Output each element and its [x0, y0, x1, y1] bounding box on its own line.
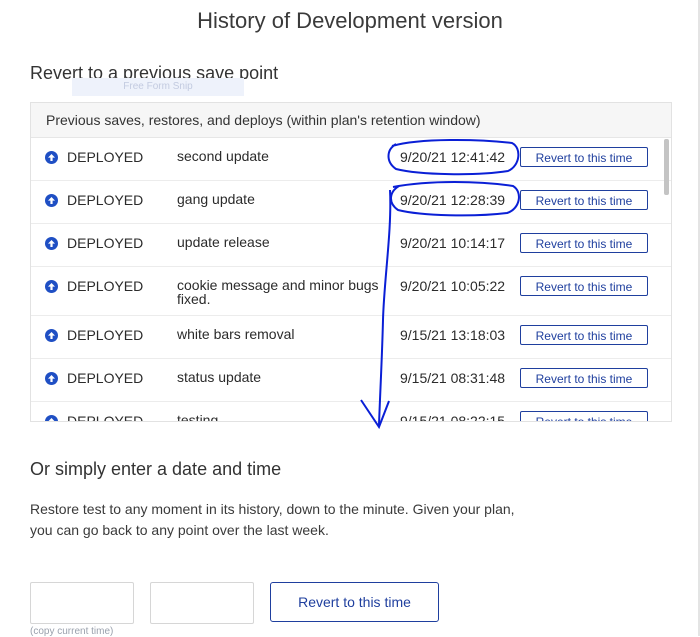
status-label: DEPLOYED — [67, 413, 144, 422]
status-label: DEPLOYED — [67, 235, 144, 251]
save-description: white bars removal — [177, 326, 295, 342]
status-label: DEPLOYED — [67, 370, 144, 386]
revert-row-button[interactable]: Revert to this time — [520, 411, 648, 421]
restore-help-text: Restore test to any moment in its histor… — [30, 501, 515, 538]
date-input[interactable] — [30, 582, 134, 624]
save-description: cookie message and minor bugs fixed. — [177, 277, 379, 307]
revert-row-button[interactable]: Revert to this time — [520, 368, 648, 388]
revert-row-button[interactable]: Revert to this time — [520, 233, 648, 253]
dialog-title: History of Development version — [197, 8, 503, 33]
revert-row-button[interactable]: Revert to this time — [520, 190, 648, 210]
history-table-header: Previous saves, restores, and deploys (w… — [31, 103, 671, 138]
ghost-label: Free Form Snip — [72, 78, 244, 96]
history-row: DEPLOYED second update 9/20/21 12:41:42 … — [31, 138, 671, 181]
revert-row-button[interactable]: Revert to this time — [520, 276, 648, 296]
time-input[interactable] — [150, 582, 254, 624]
save-timestamp: 9/20/21 10:14:17 — [400, 235, 506, 251]
save-description: status update — [177, 369, 262, 385]
save-description: second update — [177, 148, 269, 164]
deploy-arrow-icon — [45, 329, 58, 342]
save-description: update release — [177, 234, 270, 250]
deploy-arrow-icon — [45, 415, 58, 421]
history-panel: Previous saves, restores, and deploys (w… — [30, 102, 672, 422]
history-row: DEPLOYED update release 9/20/21 10:14:17… — [31, 224, 671, 267]
revert-row-button[interactable]: Revert to this time — [520, 325, 648, 345]
status-label: DEPLOYED — [67, 149, 144, 165]
history-row: DEPLOYED testing 9/15/21 08:22:15 Revert… — [31, 402, 671, 422]
revert-row-button[interactable]: Revert to this time — [520, 147, 648, 167]
revert-to-time-button[interactable]: Revert to this time — [270, 582, 439, 622]
history-row: DEPLOYED white bars removal 9/15/21 13:1… — [31, 316, 671, 359]
deploy-arrow-icon — [45, 237, 58, 250]
save-timestamp: 9/20/21 12:28:39 — [400, 192, 506, 208]
save-timestamp: 9/15/21 08:31:48 — [400, 370, 506, 386]
status-label: DEPLOYED — [67, 327, 144, 343]
save-timestamp: 9/20/21 10:05:22 — [400, 278, 506, 294]
save-description: testing — [177, 412, 219, 422]
history-row: DEPLOYED gang update 9/20/21 12:28:39 Re… — [31, 181, 671, 224]
date-section-title: Or simply enter a date and time — [30, 459, 282, 479]
deploy-arrow-icon — [45, 194, 58, 207]
deploy-arrow-icon — [45, 151, 58, 164]
deploy-arrow-icon — [45, 372, 58, 385]
history-row: DEPLOYED status update 9/15/21 08:31:48 … — [31, 359, 671, 402]
save-timestamp: 9/15/21 08:22:15 — [400, 413, 506, 422]
history-row: DEPLOYED cookie message and minor bugs f… — [31, 267, 671, 316]
deploy-arrow-icon — [45, 280, 58, 293]
history-list: DEPLOYED second update 9/20/21 12:41:42 … — [31, 138, 671, 422]
save-timestamp: 9/20/21 12:41:42 — [400, 149, 506, 165]
status-label: DEPLOYED — [67, 192, 144, 208]
copy-current-time-link[interactable]: (copy current time) — [30, 626, 113, 637]
save-description: gang update — [177, 191, 255, 207]
list-scrollbar[interactable] — [664, 139, 669, 195]
status-label: DEPLOYED — [67, 278, 144, 294]
save-timestamp: 9/15/21 13:18:03 — [400, 327, 506, 343]
